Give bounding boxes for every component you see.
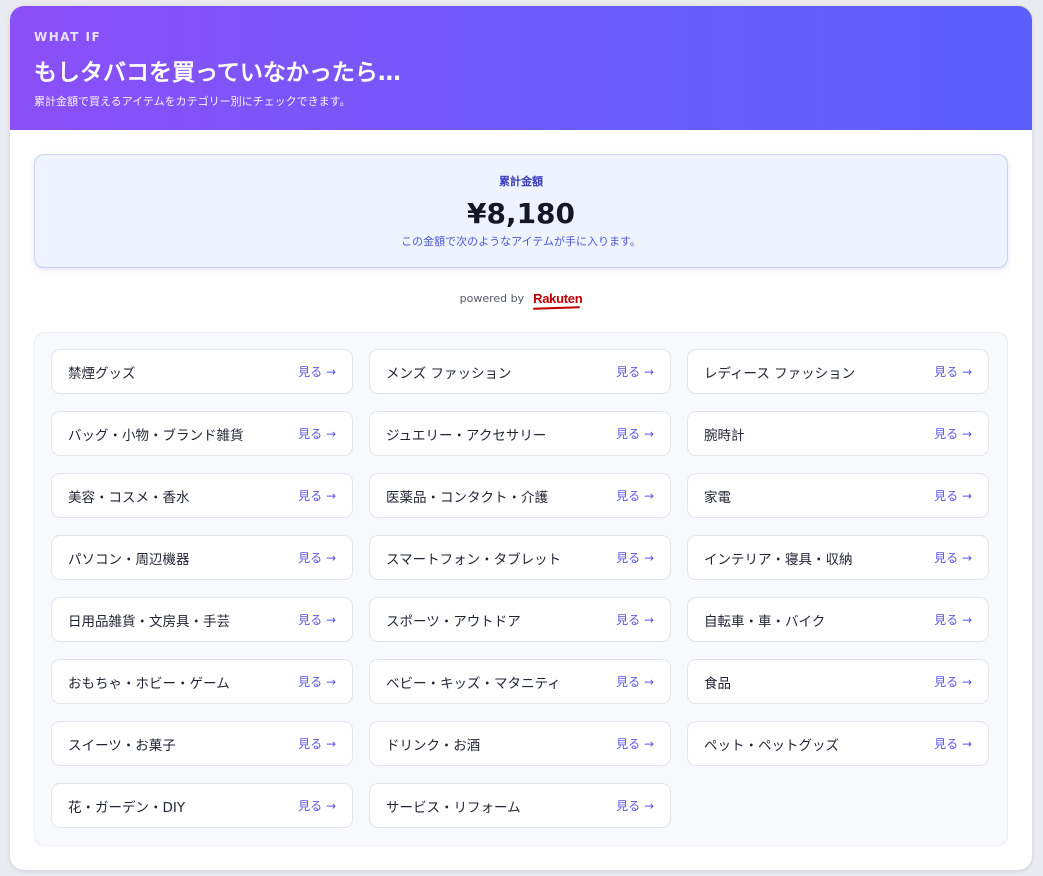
view-link[interactable]: 見る → (616, 797, 654, 814)
view-link[interactable]: 見る → (616, 735, 654, 752)
category-name: バッグ・小物・ブランド雑貨 (68, 427, 244, 444)
powered-by-text: powered by (459, 292, 525, 305)
category-name: インテリア・寝具・収納 (704, 551, 853, 568)
view-link[interactable]: 見る → (298, 611, 336, 628)
category-name: おもちゃ・ホビー・ゲーム (68, 675, 230, 692)
category-name: 日用品雑貨・文房具・手芸 (68, 613, 230, 630)
category-card[interactable]: メンズ ファッション 見る → (369, 349, 671, 394)
category-card[interactable]: バッグ・小物・ブランド雑貨 見る → (51, 411, 353, 456)
category-name: 禁煙グッズ (68, 365, 136, 382)
category-card[interactable]: スポーツ・アウトドア 見る → (369, 597, 671, 642)
category-name: 腕時計 (704, 427, 745, 444)
category-name: メンズ ファッション (386, 365, 512, 382)
page-title: もしタバコを買っていなかったら… (34, 60, 401, 86)
category-name: スポーツ・アウトドア (386, 613, 521, 630)
category-name: 花・ガーデン・DIY (68, 799, 186, 816)
view-link[interactable]: 見る → (934, 549, 972, 566)
category-card[interactable]: 食品 見る → (687, 659, 989, 704)
category-card[interactable]: インテリア・寝具・収納 見る → (687, 535, 989, 580)
category-card[interactable]: 美容・コスメ・香水 見る → (51, 473, 353, 518)
category-name: ペット・ペットグッズ (704, 737, 839, 754)
view-link[interactable]: 見る → (298, 549, 336, 566)
view-link[interactable]: 見る → (298, 735, 336, 752)
header-banner: WHAT IF もしタバコを買っていなかったら… 累計金額で買えるアイテムをカテ… (10, 6, 1032, 130)
category-name: 食品 (704, 675, 731, 692)
category-card[interactable]: スマートフォン・タブレット 見る → (369, 535, 671, 580)
category-grid: 禁煙グッズ 見る → メンズ ファッション 見る → レディース ファッション 見る → バ… (51, 349, 989, 828)
category-card[interactable]: パソコン・周辺機器 見る → (51, 535, 353, 580)
view-link[interactable]: 見る → (298, 797, 336, 814)
category-card[interactable]: ペット・ペットグッズ 見る → (687, 721, 989, 766)
category-card[interactable]: 腕時計 見る → (687, 411, 989, 456)
view-link[interactable]: 見る → (616, 363, 654, 380)
category-card[interactable]: 医薬品・コンタクト・介護 見る → (369, 473, 671, 518)
total-label: 累計金額 (499, 175, 543, 188)
category-card[interactable]: サービス・リフォーム 見る → (369, 783, 671, 828)
view-link[interactable]: 見る → (616, 673, 654, 690)
view-link[interactable]: 見る → (616, 611, 654, 628)
category-name: 美容・コスメ・香水 (68, 489, 190, 506)
page-subtitle: 累計金額で買えるアイテムをカテゴリー別にチェックできます。 (34, 95, 351, 108)
view-link[interactable]: 見る → (616, 549, 654, 566)
view-link[interactable]: 見る → (934, 735, 972, 752)
category-name: ジュエリー・アクセサリー (386, 427, 547, 444)
category-name: サービス・リフォーム (386, 799, 521, 816)
category-card[interactable]: 家電 見る → (687, 473, 989, 518)
category-name: スマートフォン・タブレット (386, 551, 562, 568)
view-link[interactable]: 見る → (298, 487, 336, 504)
view-link[interactable]: 見る → (616, 425, 654, 442)
category-card[interactable]: 日用品雑貨・文房具・手芸 見る → (51, 597, 353, 642)
view-link[interactable]: 見る → (298, 673, 336, 690)
header-eyebrow: WHAT IF (34, 30, 102, 44)
category-name: パソコン・周辺機器 (68, 551, 190, 568)
category-name: レディース ファッション (704, 365, 856, 382)
total-amount: ¥8,180 (466, 197, 576, 230)
total-amount-panel: 累計金額 ¥8,180 この金額で次のようなアイテムが手に入ります。 (34, 154, 1008, 268)
category-card[interactable]: レディース ファッション 見る → (687, 349, 989, 394)
what-if-card: WHAT IF もしタバコを買っていなかったら… 累計金額で買えるアイテムをカテ… (10, 6, 1032, 870)
view-link[interactable]: 見る → (616, 487, 654, 504)
view-link[interactable]: 見る → (298, 363, 336, 380)
category-name: 医薬品・コンタクト・介護 (386, 489, 548, 506)
category-name: 自転車・車・バイク (704, 613, 826, 630)
category-card[interactable]: ジュエリー・アクセサリー 見る → (369, 411, 671, 456)
category-name: ドリンク・お酒 (386, 737, 481, 754)
category-card[interactable]: ベビー・キッズ・マタニティ 見る → (369, 659, 671, 704)
view-link[interactable]: 見る → (934, 425, 972, 442)
category-card[interactable]: おもちゃ・ホビー・ゲーム 見る → (51, 659, 353, 704)
view-link[interactable]: 見る → (934, 487, 972, 504)
category-name: ベビー・キッズ・マタニティ (386, 675, 561, 692)
category-card[interactable]: 自転車・車・バイク 見る → (687, 597, 989, 642)
total-note: この金額で次のようなアイテムが手に入ります。 (401, 235, 641, 248)
view-link[interactable]: 見る → (934, 673, 972, 690)
category-card[interactable]: 禁煙グッズ 見る → (51, 349, 353, 394)
view-link[interactable]: 見る → (934, 611, 972, 628)
category-name: スイーツ・お菓子 (68, 737, 176, 754)
view-link[interactable]: 見る → (934, 363, 972, 380)
view-link[interactable]: 見る → (298, 425, 336, 442)
rakuten-logo[interactable]: Rakuten (533, 291, 583, 306)
category-card[interactable]: ドリンク・お酒 見る → (369, 721, 671, 766)
category-card[interactable]: 花・ガーデン・DIY 見る → (51, 783, 353, 828)
category-card[interactable]: スイーツ・お菓子 見る → (51, 721, 353, 766)
category-panel: 禁煙グッズ 見る → メンズ ファッション 見る → レディース ファッション 見る → バ… (34, 332, 1008, 846)
category-name: 家電 (704, 489, 731, 506)
powered-by: powered by Rakuten (10, 291, 1032, 306)
